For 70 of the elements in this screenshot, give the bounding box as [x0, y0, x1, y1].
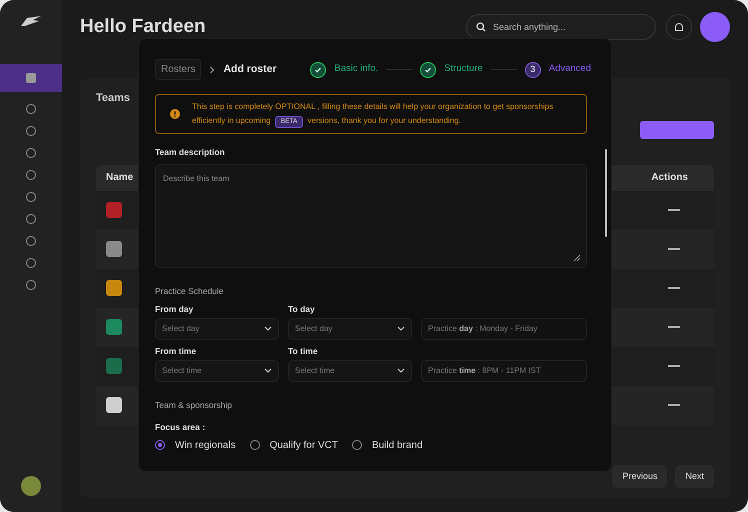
search-field[interactable]: Search anything...	[466, 14, 656, 40]
nav-icon[interactable]	[26, 170, 36, 180]
field-label: Team description	[155, 146, 226, 159]
warning-icon	[170, 109, 180, 119]
radio-label: Win regionals	[175, 438, 236, 453]
team-logo	[106, 397, 122, 413]
pager-button[interactable]: Next	[675, 464, 714, 488]
profile-avatar[interactable]	[700, 12, 730, 42]
team-logo	[106, 280, 122, 296]
column-header: Name	[106, 171, 134, 185]
chevron-down-icon	[397, 326, 405, 332]
radio-option[interactable]: Win regionals	[155, 438, 236, 453]
radio-option[interactable]: Qualify for VCT	[250, 438, 338, 453]
chevron-right-icon	[209, 66, 216, 74]
dropdown-field[interactable]: Select day	[288, 318, 412, 340]
radio-label: Build brand	[372, 438, 423, 453]
field-label: To day	[288, 304, 316, 314]
chevron-down-icon	[264, 368, 272, 374]
step-label[interactable]: Advanced	[548, 62, 591, 77]
info-text: Practice time : 8PM - 11PM IST	[428, 364, 541, 377]
resize-handle-icon[interactable]	[573, 254, 581, 262]
team-logo	[106, 319, 122, 335]
dropdown-field[interactable]: Select time	[288, 360, 412, 382]
radio-button[interactable]	[352, 440, 362, 450]
dropdown-placeholder: Select day	[295, 322, 332, 335]
nav-icon[interactable]	[26, 104, 36, 114]
field-label: From day	[155, 304, 194, 314]
chevron-down-icon	[397, 368, 405, 374]
description-textarea[interactable]: Describe this team	[155, 164, 587, 268]
dropdown-placeholder: Select time	[162, 364, 202, 377]
nav-icon[interactable]	[26, 126, 36, 136]
breadcrumb-current: Add roster	[223, 62, 277, 77]
dropdown-field[interactable]: Select day	[155, 318, 279, 340]
step-label[interactable]: Basic info.	[334, 62, 378, 77]
radio-button[interactable]	[250, 440, 260, 450]
greeting-title: Hello Fardeen	[80, 14, 206, 39]
panel-title: Teams	[96, 91, 130, 106]
team-logo	[106, 202, 122, 218]
add-team-button[interactable]	[640, 120, 714, 138]
logo-icon	[19, 14, 43, 28]
team-logo	[106, 241, 122, 257]
section-heading: Team & sponsorship	[155, 400, 234, 410]
chevron-down-icon	[264, 326, 272, 332]
column-header: Actions	[651, 171, 688, 185]
nav-icon[interactable]	[26, 236, 36, 246]
nav-icon[interactable]	[26, 214, 36, 224]
nav-icon[interactable]	[26, 192, 36, 202]
team-logo	[106, 358, 122, 374]
search-icon	[476, 22, 486, 32]
nav-icon[interactable]	[26, 258, 36, 268]
notification-button[interactable]	[666, 14, 692, 40]
section-heading: Practice Schedule	[155, 286, 225, 296]
info-text: Practice day : Monday - Friday	[428, 322, 538, 335]
dropdown-field[interactable]: Select time	[155, 360, 279, 382]
dropdown-placeholder: Select day	[162, 322, 200, 335]
nav-icon[interactable]	[26, 280, 36, 290]
step-label[interactable]: Structure	[444, 62, 483, 77]
radio-option[interactable]: Build brand	[352, 438, 423, 453]
breadcrumb-link[interactable]: Rosters	[155, 59, 202, 80]
field-label: Focus area :	[155, 422, 206, 432]
nav-icon[interactable]	[26, 148, 36, 158]
scrollbar-thumb[interactable]	[605, 149, 607, 237]
radio-button[interactable]	[155, 440, 165, 450]
radio-label: Qualify for VCT	[270, 438, 338, 453]
nav-item[interactable]	[0, 64, 62, 92]
dropdown-placeholder: Select time	[295, 364, 335, 377]
step-number: 3	[524, 62, 541, 78]
field-label: To time	[288, 346, 319, 356]
pager-button[interactable]: Previous	[612, 464, 668, 488]
field-label: From time	[155, 346, 198, 356]
